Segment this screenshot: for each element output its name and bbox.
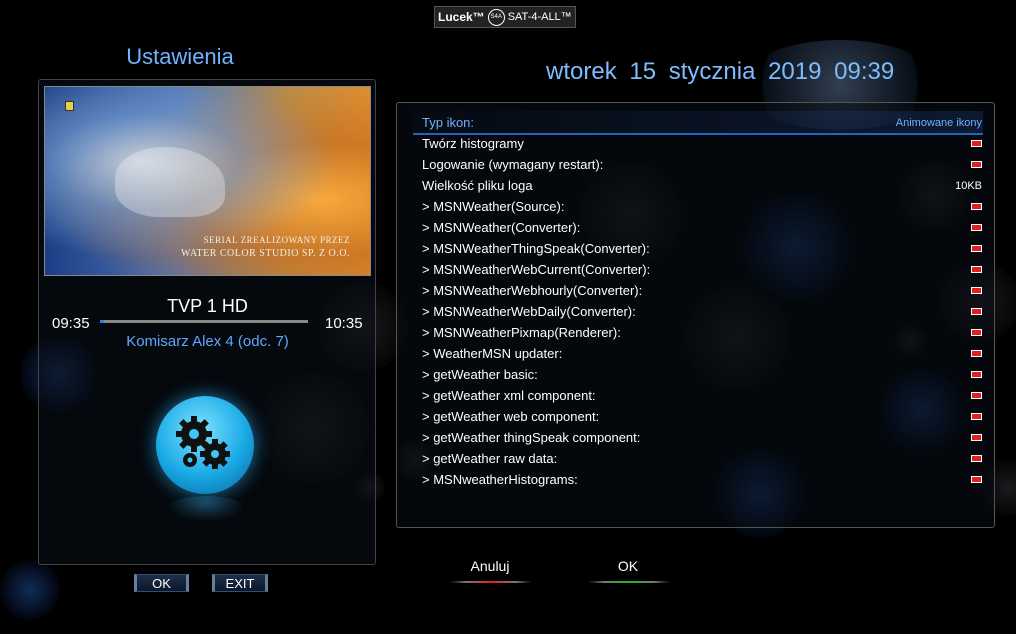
settings-row-label: Twórz histogramy (422, 136, 524, 151)
brand-name: Lucek™ (438, 10, 485, 24)
settings-row-value: Animowane ikony (895, 116, 982, 129)
settings-row-label: > MSNWeather(Converter): (422, 220, 581, 235)
status-flag-icon (971, 308, 982, 315)
age-rating-icon (65, 101, 74, 111)
settings-row[interactable]: > MSNweatherHistograms: (422, 469, 982, 490)
status-flag-icon (971, 476, 982, 483)
status-flag-icon (971, 371, 982, 378)
settings-row-label: > MSNWeatherPixmap(Renderer): (422, 325, 621, 340)
status-flag-icon (971, 455, 982, 462)
settings-row-label: > MSNWeather(Source): (422, 199, 565, 214)
status-flag-icon (971, 287, 982, 294)
page-title: Ustawienia (126, 44, 234, 69)
event-progress-fill (100, 320, 105, 323)
ok-label: OK (617, 558, 639, 574)
settings-row-label: > getWeather thingSpeak component: (422, 430, 641, 445)
settings-row-label: > MSNWeatherWebCurrent(Converter): (422, 262, 651, 277)
settings-row[interactable]: Typ ikon: Animowane ikony (422, 112, 982, 133)
settings-row[interactable]: > WeatherMSN updater: (422, 343, 982, 364)
settings-row[interactable]: > getWeather xml component: (422, 385, 982, 406)
status-flag-icon (971, 245, 982, 252)
preview-image (115, 147, 225, 217)
green-ok-button[interactable]: OK (588, 558, 670, 583)
settings-row[interactable]: Logowanie (wymagany restart): (422, 154, 982, 175)
date-time: wtorek 15 stycznia 2019 09:39 (546, 58, 895, 85)
status-flag-icon (971, 161, 982, 168)
red-cancel-button[interactable]: Anuluj (450, 558, 532, 583)
cancel-label: Anuluj (470, 558, 510, 574)
settings-row-label: > WeatherMSN updater: (422, 346, 563, 361)
settings-row[interactable]: Twórz histogramy (422, 133, 982, 154)
status-flag-icon (971, 224, 982, 231)
status-flag-icon (971, 203, 982, 210)
settings-row[interactable]: > MSNWeatherWebDaily(Converter): (422, 301, 982, 322)
settings-row-label: > MSNweatherHistograms: (422, 472, 578, 487)
brand-badge: Lucek™ S4A SAT-4-ALL™ (434, 6, 576, 28)
settings-row[interactable]: > MSNWeather(Converter): (422, 217, 982, 238)
status-flag-icon (971, 329, 982, 336)
event-progress-bar (100, 320, 308, 323)
preview-caption-1: SERIAL ZREALIZOWANY PRZEZ (203, 235, 350, 245)
event-end-time: 10:35 (325, 315, 363, 332)
exit-button[interactable]: EXIT (212, 574, 268, 592)
status-flag-icon (971, 413, 982, 420)
green-key-indicator (588, 581, 670, 583)
logo-reflection (166, 496, 246, 522)
status-flag-icon (971, 392, 982, 399)
settings-row-value: 10KB (955, 179, 982, 192)
settings-row[interactable]: Wielkość pliku loga 10KB (422, 175, 982, 196)
settings-row-label: > getWeather basic: (422, 367, 538, 382)
settings-row-label: > getWeather raw data: (422, 451, 558, 466)
settings-row-label: Typ ikon: (422, 115, 475, 130)
settings-row-label: > getWeather web component: (422, 409, 600, 424)
settings-row-label: > MSNWeatherThingSpeak(Converter): (422, 241, 650, 256)
settings-row-label: > MSNWeatherWebhourly(Converter): (422, 283, 643, 298)
settings-row[interactable]: > getWeather raw data: (422, 448, 982, 469)
brand-text: SAT-4-ALL™ (507, 11, 572, 23)
sat-disc-icon: S4A (487, 8, 505, 26)
settings-row-label: > MSNWeatherWebDaily(Converter): (422, 304, 636, 319)
status-flag-icon (971, 266, 982, 273)
status-flag-icon (971, 434, 982, 441)
settings-row[interactable]: > getWeather web component: (422, 406, 982, 427)
status-flag-icon (971, 350, 982, 357)
event-title: Komisarz Alex 4 (odc. 7) (126, 333, 289, 350)
red-key-indicator (450, 581, 532, 583)
settings-row-label: Wielkość pliku loga (422, 178, 533, 193)
settings-row[interactable]: > MSNWeatherWebCurrent(Converter): (422, 259, 982, 280)
channel-name: TVP 1 HD (167, 296, 248, 316)
status-flag-icon (971, 140, 982, 147)
ok-button[interactable]: OK (134, 574, 189, 592)
settings-row[interactable]: > MSNWeatherWebhourly(Converter): (422, 280, 982, 301)
preview-caption-2: WATER COLOR STUDIO SP. Z O.O. (181, 248, 350, 259)
settings-row[interactable]: > MSNWeather(Source): (422, 196, 982, 217)
settings-row[interactable]: > MSNWeatherPixmap(Renderer): (422, 322, 982, 343)
settings-gears-icon (156, 396, 254, 494)
settings-row-label: Logowanie (wymagany restart): (422, 157, 604, 172)
settings-row[interactable]: > MSNWeatherThingSpeak(Converter): (422, 238, 982, 259)
settings-row-label: > getWeather xml component: (422, 388, 596, 403)
settings-row[interactable]: > getWeather thingSpeak component: (422, 427, 982, 448)
tv-preview: SERIAL ZREALIZOWANY PRZEZ WATER COLOR ST… (44, 86, 371, 276)
event-start-time: 09:35 (52, 315, 90, 332)
settings-row[interactable]: > getWeather basic: (422, 364, 982, 385)
